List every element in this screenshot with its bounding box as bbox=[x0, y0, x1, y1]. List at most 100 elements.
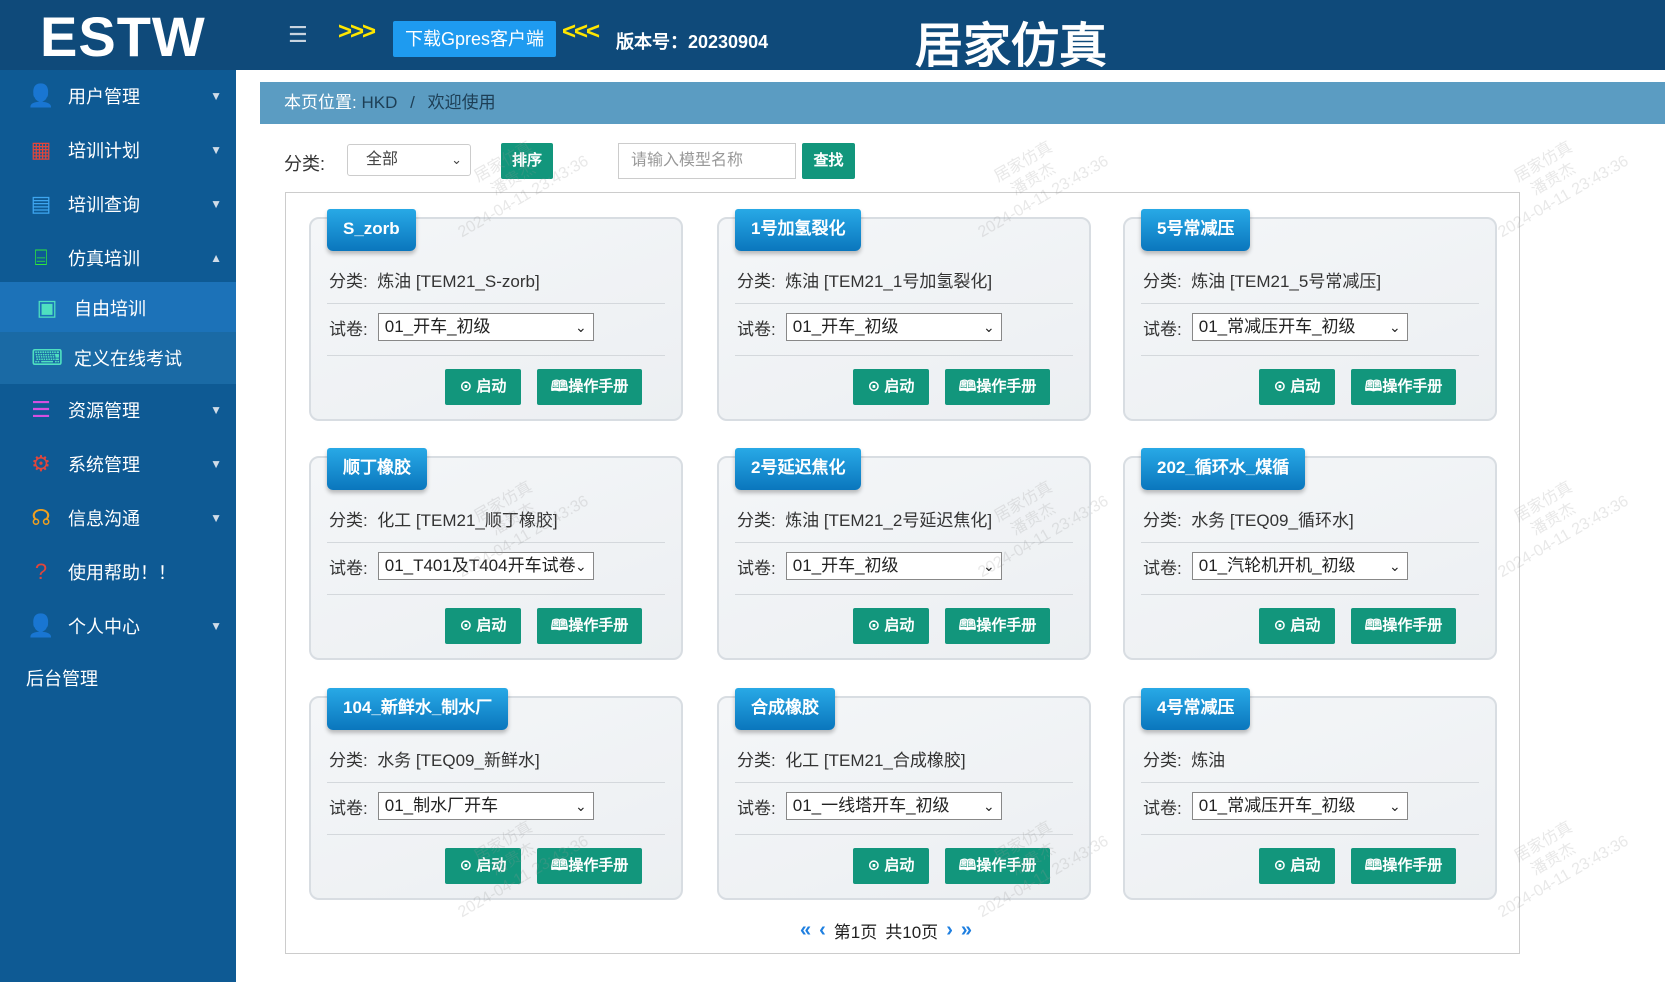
manual-button[interactable]: 🕮操作手册 bbox=[1351, 369, 1456, 405]
divider bbox=[735, 834, 1073, 835]
sidebar-item[interactable]: ▦培训计划▼ bbox=[0, 124, 236, 176]
paper-label: 试卷: bbox=[737, 794, 776, 819]
paper-select[interactable]: 01_开车_初级⌄ bbox=[378, 313, 594, 341]
sidebar-item[interactable]: 👤用户管理▼ bbox=[0, 70, 236, 122]
search-input[interactable]: 请输入模型名称 bbox=[618, 143, 796, 179]
caret-down-icon: ▼ bbox=[210, 197, 222, 211]
category-value: 全部 bbox=[366, 151, 398, 168]
start-button[interactable]: ⊙ 启动 bbox=[445, 369, 521, 405]
manual-button[interactable]: 🕮操作手册 bbox=[1351, 848, 1456, 884]
chevron-down-icon: ⌄ bbox=[575, 553, 587, 579]
manual-button[interactable]: 🕮操作手册 bbox=[945, 369, 1050, 405]
model-card: 2号延迟焦化 分类: 炼油 [TEM21_2号延迟焦化] 试卷:01_开车_初级… bbox=[717, 456, 1091, 660]
paper-label: 试卷: bbox=[737, 315, 776, 340]
divider bbox=[735, 782, 1073, 783]
manual-button[interactable]: 🕮操作手册 bbox=[1351, 608, 1456, 644]
caret-down-icon: ▼ bbox=[210, 511, 222, 525]
manual-button[interactable]: 🕮操作手册 bbox=[537, 848, 642, 884]
card-category: 分类: 炼油 [TEM21_1号加氢裂化] bbox=[737, 267, 992, 292]
start-button[interactable]: ⊙ 启动 bbox=[445, 608, 521, 644]
paper-select[interactable]: 01_T401及T404开车试卷⌄ bbox=[378, 552, 594, 580]
pagination: « ‹ 第1页 共10页 › » bbox=[800, 918, 972, 943]
download-client-button[interactable]: 下载Gpres客户端 bbox=[393, 21, 556, 57]
arrows-left: >>> bbox=[338, 18, 374, 46]
database-icon: ☰ bbox=[26, 395, 56, 425]
paper-select[interactable]: 01_制水厂开车⌄ bbox=[378, 792, 594, 820]
search-button[interactable]: 查找 bbox=[802, 143, 855, 179]
start-button[interactable]: ⊙ 启动 bbox=[1259, 848, 1335, 884]
sort-button[interactable]: 排序 bbox=[501, 143, 553, 179]
category-select[interactable]: 全部⌄ bbox=[347, 144, 471, 176]
model-card: 1号加氢裂化 分类: 炼油 [TEM21_1号加氢裂化] 试卷:01_开车_初级… bbox=[717, 217, 1091, 421]
category-value: 化工 [TEM21_顺丁橡胶] bbox=[377, 511, 557, 530]
start-button[interactable]: ⊙ 启动 bbox=[1259, 369, 1335, 405]
category-label: 分类: bbox=[737, 751, 776, 770]
sidebar-item[interactable]: ☰资源管理▼ bbox=[0, 384, 236, 436]
category-label: 分类: bbox=[1143, 511, 1182, 530]
sidebar-item[interactable]: 后台管理 bbox=[0, 652, 236, 704]
start-button[interactable]: ⊙ 启动 bbox=[853, 369, 929, 405]
sidebar-item-label: 自由培训 bbox=[74, 295, 146, 321]
chevron-down-icon: ⌄ bbox=[983, 793, 995, 819]
sidebar-item[interactable]: ⚙系统管理▼ bbox=[0, 438, 236, 490]
sidebar-item[interactable]: ▤培训查询▼ bbox=[0, 178, 236, 230]
paper-select[interactable]: 01_常减压开车_初级⌄ bbox=[1192, 313, 1408, 341]
divider bbox=[327, 782, 665, 783]
manual-button[interactable]: 🕮操作手册 bbox=[945, 608, 1050, 644]
sidebar-item-label: 使用帮助！！ bbox=[68, 559, 176, 585]
start-button[interactable]: ⊙ 启动 bbox=[445, 848, 521, 884]
paper-select[interactable]: 01_开车_初级⌄ bbox=[786, 552, 1002, 580]
paper-select[interactable]: 01_一线塔开车_初级⌄ bbox=[786, 792, 1002, 820]
card-category: 分类: 化工 [TEM21_顺丁橡胶] bbox=[329, 506, 558, 531]
menu-toggle-icon[interactable]: ☰ bbox=[288, 22, 308, 48]
sidebar-item-label: 培训计划 bbox=[68, 137, 140, 163]
start-button[interactable]: ⊙ 启动 bbox=[853, 848, 929, 884]
manual-label: 操作手册 bbox=[976, 378, 1036, 395]
book-icon: 🕮 bbox=[551, 617, 569, 634]
paper-label: 试卷: bbox=[1143, 794, 1182, 819]
sidebar-item[interactable]: ?使用帮助！！ bbox=[0, 546, 236, 598]
manual-button[interactable]: 🕮操作手册 bbox=[945, 848, 1050, 884]
caret-down-icon: ▼ bbox=[210, 143, 222, 157]
card-category: 分类: 炼油 [TEM21_S-zorb] bbox=[329, 267, 540, 292]
book-icon: 🕮 bbox=[1365, 857, 1383, 874]
presentation-icon: ⌸ bbox=[26, 243, 56, 273]
paper-select[interactable]: 01_汽轮机开机_初级⌄ bbox=[1192, 552, 1408, 580]
book-icon: 🕮 bbox=[959, 857, 977, 874]
caret-down-icon: ▼ bbox=[210, 403, 222, 417]
sidebar-item[interactable]: 👤个人中心▼ bbox=[0, 600, 236, 652]
start-label: 启动 bbox=[476, 378, 506, 395]
next-page-button[interactable]: › bbox=[946, 919, 953, 942]
model-card: 5号常减压 分类: 炼油 [TEM21_5号常减压] 试卷:01_常减压开车_初… bbox=[1123, 217, 1497, 421]
start-button[interactable]: ⊙ 启动 bbox=[853, 608, 929, 644]
sidebar-item[interactable]: ⌨定义在线考试 bbox=[0, 332, 236, 384]
breadcrumb-root[interactable]: HKD bbox=[361, 93, 397, 112]
first-page-button[interactable]: « bbox=[800, 919, 811, 942]
play-icon: ⊙ bbox=[1274, 617, 1287, 634]
paper-select[interactable]: 01_开车_初级⌄ bbox=[786, 313, 1002, 341]
start-button[interactable]: ⊙ 启动 bbox=[1259, 608, 1335, 644]
paper-value: 01_常减压开车_初级 bbox=[1199, 796, 1356, 815]
manual-button[interactable]: 🕮操作手册 bbox=[537, 608, 642, 644]
card-title: 1号加氢裂化 bbox=[735, 209, 861, 251]
manual-label: 操作手册 bbox=[1382, 617, 1442, 634]
divider bbox=[1141, 782, 1479, 783]
card-category: 分类: 水务 [TEQ09_新鲜水] bbox=[329, 746, 540, 771]
paper-select[interactable]: 01_常减压开车_初级⌄ bbox=[1192, 792, 1408, 820]
card-paper: 试卷:01_常减压开车_初级⌄ bbox=[1143, 313, 1408, 341]
play-icon: ⊙ bbox=[868, 617, 881, 634]
book-icon: 🕮 bbox=[959, 378, 977, 395]
card-category: 分类: 化工 [TEM21_合成橡胶] bbox=[737, 746, 966, 771]
manual-button[interactable]: 🕮操作手册 bbox=[537, 369, 642, 405]
prev-page-button[interactable]: ‹ bbox=[819, 919, 826, 942]
category-value: 化工 [TEM21_合成橡胶] bbox=[785, 751, 965, 770]
sidebar-item[interactable]: ▣自由培训 bbox=[0, 282, 236, 334]
sidebar-item[interactable]: ☊信息沟通▼ bbox=[0, 492, 236, 544]
sidebar-item[interactable]: ⌸仿真培训▲ bbox=[0, 232, 236, 284]
category-label: 分类: bbox=[284, 150, 325, 176]
last-page-button[interactable]: » bbox=[961, 919, 972, 942]
book-icon: 🕮 bbox=[551, 857, 569, 874]
gear-icon: ⚙ bbox=[26, 449, 56, 479]
category-label: 分类: bbox=[329, 511, 368, 530]
paper-value: 01_开车_初级 bbox=[793, 556, 899, 575]
